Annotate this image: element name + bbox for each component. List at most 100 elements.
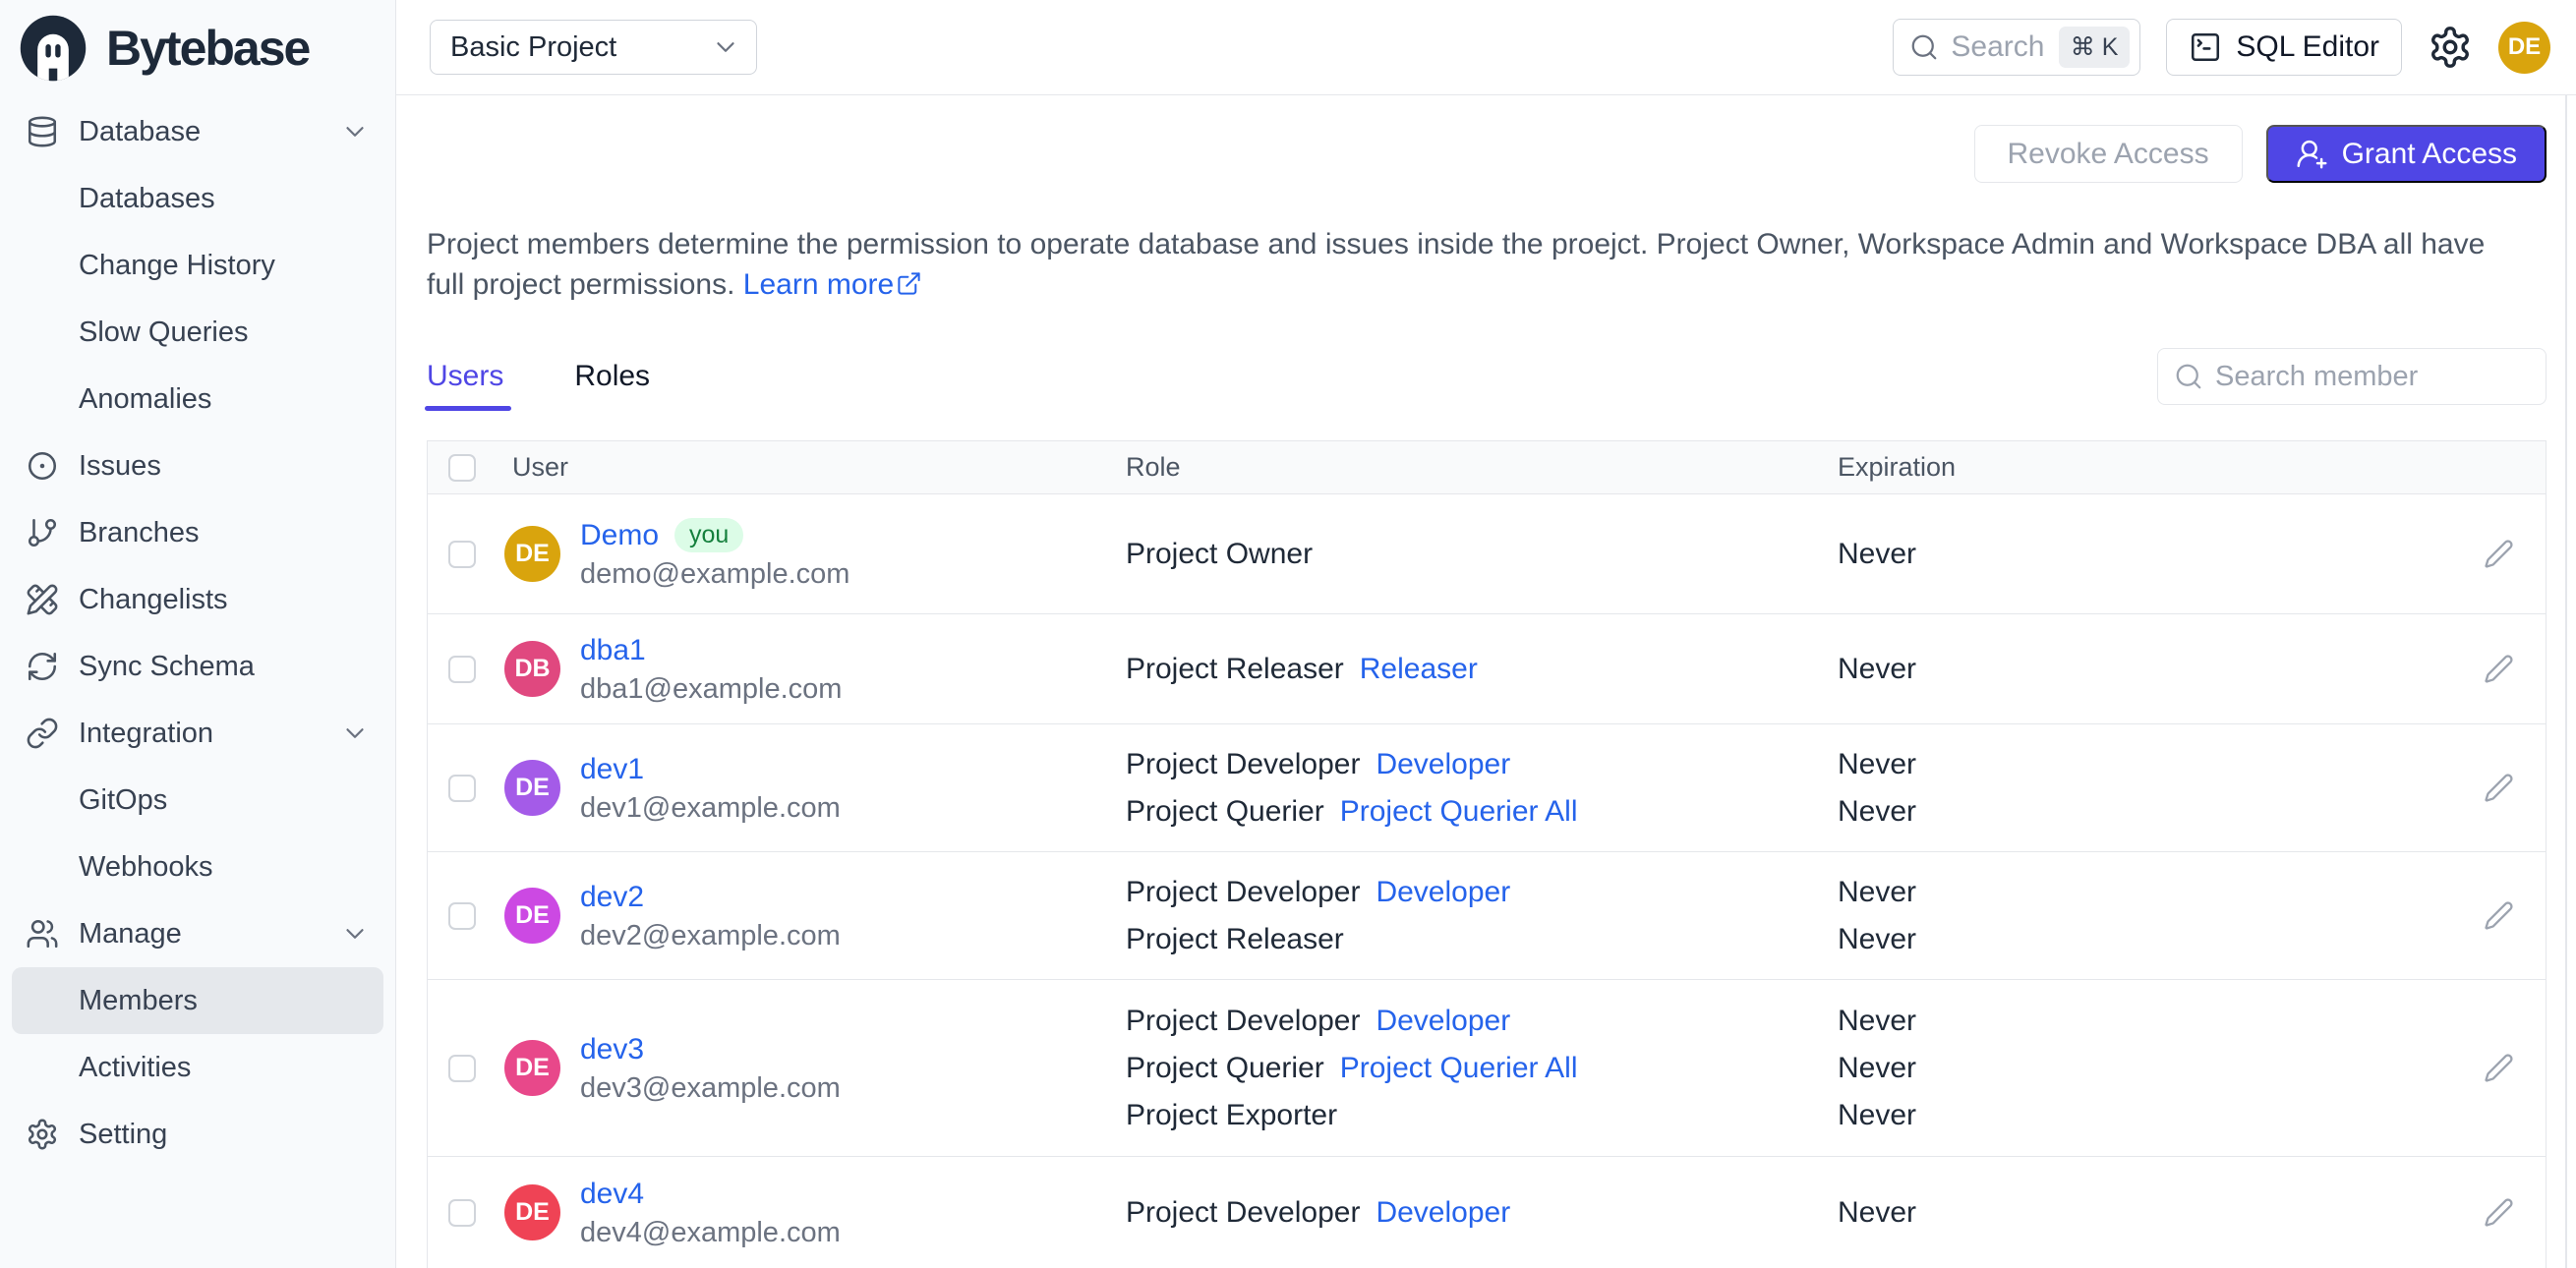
project-select[interactable]: Basic Project xyxy=(430,20,757,75)
description-text: Project members determine the permission… xyxy=(427,228,2486,301)
role-link[interactable]: Project Querier All xyxy=(1340,1052,1578,1084)
role-link[interactable]: Developer xyxy=(1376,748,1510,780)
sidebar-item-label: GitOps xyxy=(79,783,168,816)
sidebar-item-label: Members xyxy=(79,984,198,1016)
table-body: DE Demo you demo@example.com Project Owner Ne… xyxy=(428,494,2546,1268)
role-line: Project Developer Developer xyxy=(1126,1189,1838,1237)
terminal-icon xyxy=(2189,30,2222,64)
table-header: User Role Expiration xyxy=(428,441,2546,494)
sidebar-item-label: Databases xyxy=(79,182,215,214)
edit-member-button[interactable] xyxy=(2484,900,2514,931)
sidebar-item-members[interactable]: Members xyxy=(12,967,383,1034)
row-checkbox[interactable] xyxy=(448,901,476,930)
expiration-value: Never xyxy=(1838,794,1917,828)
member-name-link[interactable]: dba1 xyxy=(580,630,646,670)
external-link-icon xyxy=(896,267,922,295)
sidebar-item-integration[interactable]: Integration xyxy=(12,700,383,767)
tab-roles[interactable]: Roles xyxy=(574,360,650,393)
sidebar-item-setting[interactable]: Setting xyxy=(12,1101,383,1168)
sidebar-item-issues[interactable]: Issues xyxy=(12,432,383,499)
edit-member-button[interactable] xyxy=(2484,773,2514,803)
sidebar-item-changelists[interactable]: Changelists xyxy=(12,566,383,633)
member-name-link[interactable]: dev4 xyxy=(580,1174,644,1214)
avatar: DE xyxy=(504,526,560,582)
chevron-down-icon xyxy=(340,117,370,146)
role-line: Project Releaser Releaser xyxy=(1126,646,1838,693)
role-text: Project Developer xyxy=(1126,1195,1361,1229)
settings-gear-icon[interactable] xyxy=(2428,25,2473,70)
sidebar-item-sync-schema[interactable]: Sync Schema xyxy=(12,633,383,700)
user-cell: DE dev1 dev1@example.com xyxy=(493,749,1126,827)
brand-name: Bytebase xyxy=(106,21,311,76)
sidebar-item-activities[interactable]: Activities xyxy=(12,1034,383,1101)
main-area: Basic Project Search ⌘ K SQL Editor DE R… xyxy=(396,0,2576,1268)
sidebar-item-branches[interactable]: Branches xyxy=(12,499,383,566)
role-link[interactable]: Releaser xyxy=(1360,653,1478,685)
role-cell: Project Releaser Releaser xyxy=(1126,646,1838,693)
page-description: Project members determine the permission… xyxy=(427,224,2487,305)
sidebar-item-label: Slow Queries xyxy=(79,316,249,348)
sidebar-item-change-history[interactable]: Change History xyxy=(12,232,383,299)
member-name-link[interactable]: Demo xyxy=(580,515,659,555)
global-search-button[interactable]: Search ⌘ K xyxy=(1893,19,2141,76)
tab-users[interactable]: Users xyxy=(424,360,512,411)
member-name-link[interactable]: dev3 xyxy=(580,1029,644,1069)
role-text: Project Developer xyxy=(1126,875,1361,908)
sidebar-item-label: Branches xyxy=(79,516,200,548)
edit-member-button[interactable] xyxy=(2484,539,2514,569)
expiration-value: Never xyxy=(1838,875,1917,908)
brand-logo[interactable]: Bytebase xyxy=(0,0,395,90)
role-line: Project Querier Project Querier All xyxy=(1126,1045,1838,1092)
user-cell: DB dba1 dba1@example.com xyxy=(493,630,1126,708)
sql-editor-label: SQL Editor xyxy=(2236,30,2379,63)
expiration-cell: Never Never xyxy=(1838,741,2405,836)
project-select-value: Basic Project xyxy=(450,30,617,63)
row-checkbox[interactable] xyxy=(448,655,476,683)
sidebar-item-label: Manage xyxy=(79,917,182,950)
expiration-value: Never xyxy=(1838,1195,1917,1229)
list-toolbar: Users Roles xyxy=(424,348,2547,411)
sidebar-item-anomalies[interactable]: Anomalies xyxy=(12,366,383,432)
topbar: Basic Project Search ⌘ K SQL Editor DE xyxy=(396,0,2576,95)
role-link[interactable]: Developer xyxy=(1376,1005,1510,1037)
row-checkbox[interactable] xyxy=(448,1054,476,1082)
role-text: Project Querier xyxy=(1126,1051,1324,1084)
row-checkbox[interactable] xyxy=(448,540,476,568)
role-cell: Project Developer Developer Project Querie… xyxy=(1126,998,1838,1139)
edit-member-button[interactable] xyxy=(2484,654,2514,684)
user-avatar[interactable]: DE xyxy=(2498,21,2550,74)
role-link[interactable]: Project Querier All xyxy=(1340,795,1578,828)
edit-member-button[interactable] xyxy=(2484,1053,2514,1083)
sql-editor-button[interactable]: SQL Editor xyxy=(2166,19,2402,76)
role-cell: Project Developer Developer xyxy=(1126,1189,1838,1237)
member-search-input[interactable] xyxy=(2215,360,2530,393)
member-name-link[interactable]: dev2 xyxy=(580,877,644,917)
grant-access-button[interactable]: Grant Access xyxy=(2265,125,2547,183)
sidebar-item-manage[interactable]: Manage xyxy=(12,900,383,967)
avatar: DB xyxy=(504,641,560,697)
expiration-cell: Never xyxy=(1838,531,2405,578)
role-text: Project Owner xyxy=(1126,537,1314,570)
edit-member-button[interactable] xyxy=(2484,1197,2514,1228)
role-link[interactable]: Developer xyxy=(1376,876,1510,908)
select-all-checkbox[interactable] xyxy=(448,453,476,482)
user-cell: DE Demo you demo@example.com xyxy=(493,515,1126,593)
learn-more-link[interactable]: Learn more xyxy=(743,268,922,301)
expiration-cell: Never xyxy=(1838,1189,2405,1237)
sidebar-item-webhooks[interactable]: Webhooks xyxy=(12,834,383,900)
role-link[interactable]: Developer xyxy=(1376,1196,1510,1229)
sidebar-item-slow-queries[interactable]: Slow Queries xyxy=(12,299,383,366)
role-line: Project Querier Project Querier All xyxy=(1126,788,1838,836)
database-icon xyxy=(26,115,59,148)
member-name-link[interactable]: dev1 xyxy=(580,749,644,789)
row-checkbox[interactable] xyxy=(448,774,476,802)
row-checkbox[interactable] xyxy=(448,1198,476,1227)
table-row: DB dba1 dba1@example.com Project Releaser Re… xyxy=(428,614,2546,724)
sidebar-item-label: Webhooks xyxy=(79,850,213,883)
sidebar-item-database[interactable]: Database xyxy=(12,98,383,165)
role-cell: Project Developer Developer Project Releas… xyxy=(1126,869,1838,963)
sidebar-item-databases[interactable]: Databases xyxy=(12,165,383,232)
revoke-access-button[interactable]: Revoke Access xyxy=(1973,125,2243,183)
sidebar-item-gitops[interactable]: GitOps xyxy=(12,767,383,834)
expiration-cell: Never Never Never xyxy=(1838,998,2405,1139)
